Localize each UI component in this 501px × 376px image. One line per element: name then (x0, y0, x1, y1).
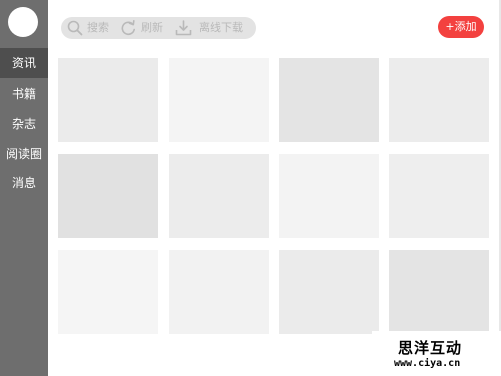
refresh-label: 刷新 (141, 21, 163, 34)
download-icon (175, 20, 192, 36)
add-button[interactable]: +添加 (438, 16, 484, 38)
offline-download-label: 离线下载 (199, 21, 243, 34)
grid-tile[interactable] (58, 58, 158, 142)
sidebar-item-magazines[interactable]: 杂志 (0, 109, 48, 139)
refresh-button[interactable]: 刷新 (121, 17, 171, 39)
toolbar: 搜索 刷新 离线下载 (61, 17, 256, 39)
avatar[interactable] (8, 7, 38, 37)
sidebar-item-messages[interactable]: 消息 (0, 168, 48, 198)
grid-tile[interactable] (279, 58, 379, 142)
watermark-brand: 思洋互动 (398, 339, 463, 357)
search-label: 搜索 (87, 21, 109, 34)
grid-tile[interactable] (279, 250, 379, 334)
sidebar-item-books[interactable]: 书籍 (0, 79, 48, 109)
grid-tile[interactable] (169, 58, 269, 142)
sidebar-item-news[interactable]: 资讯 (0, 48, 48, 78)
sidebar-item-reading-circle[interactable]: 阅读圈 (0, 139, 48, 169)
search-button[interactable]: 搜索 (67, 17, 119, 39)
watermark-url: www.ciya.cn (394, 358, 461, 369)
grid-tile[interactable] (389, 154, 489, 238)
grid-tile[interactable] (58, 250, 158, 334)
sidebar: 资讯 书籍 杂志 阅读圈 消息 (0, 0, 48, 376)
watermark: 思洋互动 www.ciya.cn (372, 331, 501, 376)
grid-tile[interactable] (389, 250, 489, 334)
offline-download-button[interactable]: 离线下载 (175, 17, 253, 39)
search-icon (67, 20, 83, 36)
grid-tile[interactable] (169, 250, 269, 334)
grid-tile[interactable] (58, 154, 158, 238)
grid-tile[interactable] (279, 154, 379, 238)
grid-tile[interactable] (389, 58, 489, 142)
grid-tile[interactable] (169, 154, 269, 238)
refresh-icon (121, 20, 135, 36)
